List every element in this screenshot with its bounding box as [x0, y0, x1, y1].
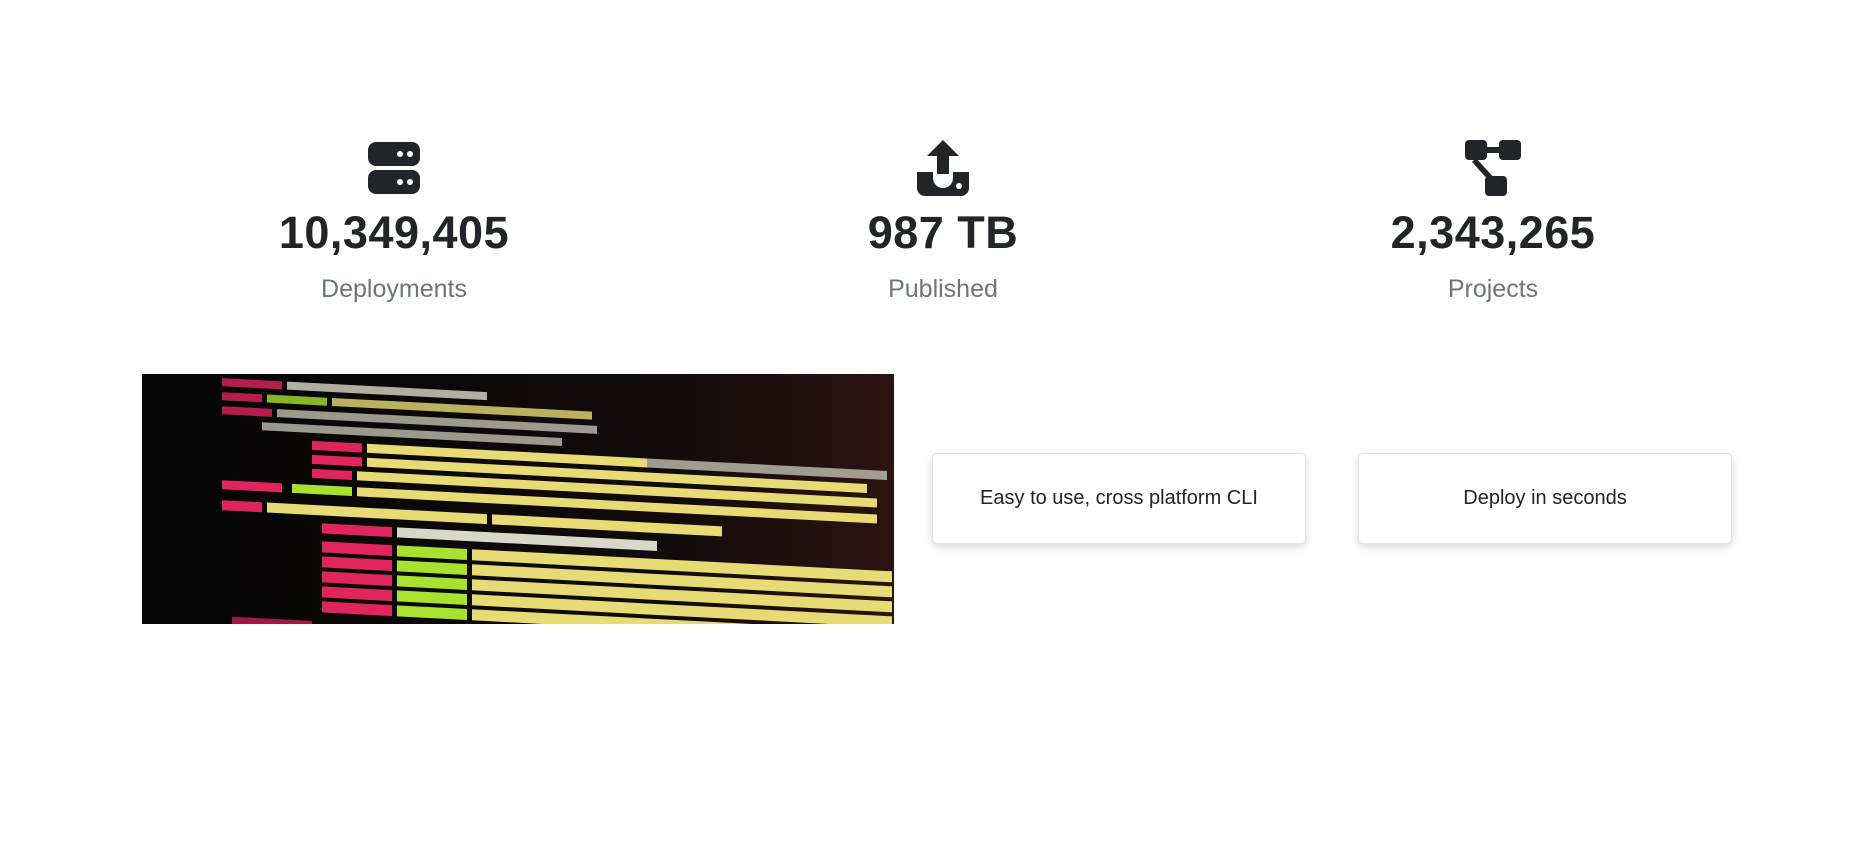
stat-projects: 2,343,265 Projects [1283, 140, 1703, 304]
stat-value: 987 TB [867, 207, 1019, 258]
feature-card-label: Easy to use, cross platform CLI [980, 487, 1258, 509]
code-illustration [142, 374, 894, 624]
page: 10,349,405 Deployments 987 TB Published … [0, 0, 1865, 848]
stat-label: Published [888, 275, 998, 303]
stat-label: Projects [1447, 275, 1539, 303]
code-screenshot-image [142, 374, 894, 624]
feature-card-deploy: Deploy in seconds [1358, 453, 1732, 544]
diagram-icon [1465, 140, 1521, 196]
server-icon [368, 142, 420, 194]
stat-label: Deployments [321, 275, 467, 303]
stat-value: 10,349,405 [278, 207, 510, 258]
stat-value: 2,343,265 [1390, 207, 1596, 258]
stats-section: 10,349,405 Deployments 987 TB Published … [0, 140, 1865, 310]
stat-deployments: 10,349,405 Deployments [184, 140, 604, 304]
feature-card-label: Deploy in seconds [1463, 487, 1627, 509]
stat-published: 987 TB Published [733, 140, 1153, 304]
upload-icon [917, 140, 969, 196]
feature-card-cli: Easy to use, cross platform CLI [932, 453, 1306, 544]
